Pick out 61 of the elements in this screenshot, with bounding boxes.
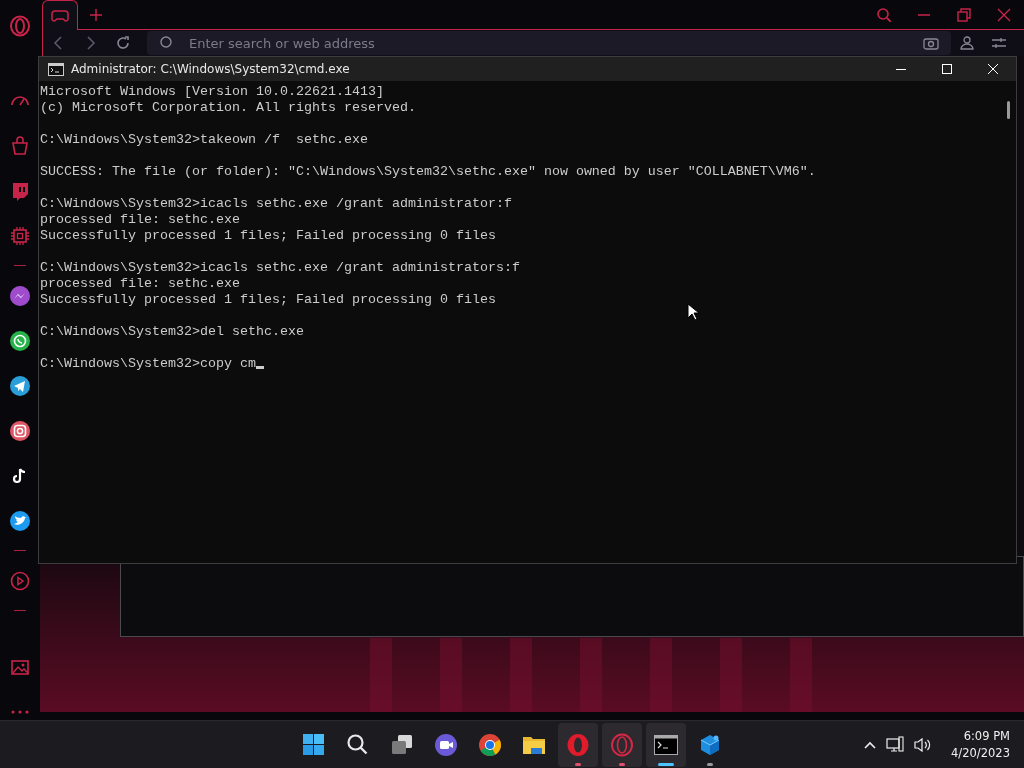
- console-line: processed file: sethc.exe: [40, 212, 240, 227]
- clock-date: 4/20/2023: [951, 744, 1010, 762]
- console-line: Successfully processed 1 files; Failed processing 0 files: [40, 292, 496, 307]
- minimize-icon: [917, 13, 931, 16]
- maximize-icon: [942, 64, 952, 74]
- windows-logo-icon: [302, 732, 326, 757]
- overlapping-windows-icon: [390, 732, 414, 757]
- clock-time: 6:09 PM: [963, 727, 1010, 745]
- window-title: Administrator: C:\Windows\System32\cmd.exe: [71, 62, 351, 76]
- running-indicator: [707, 762, 713, 766]
- phone-bubble-icon[interactable]: [9, 329, 31, 352]
- minimize-icon: [896, 68, 906, 70]
- terminal-icon: [654, 732, 678, 757]
- console-line: (c) Microsoft Corporation. All rights reserved.: [40, 100, 416, 115]
- ring-icon: [566, 732, 590, 757]
- person-icon: [960, 36, 974, 50]
- running-indicator: [658, 762, 674, 766]
- console-line: Successfully processed 1 files; Failed processing 0 files: [40, 228, 496, 243]
- shopping-bag-icon[interactable]: [9, 134, 31, 157]
- bird-icon[interactable]: [9, 509, 31, 532]
- forward-icon: [84, 36, 98, 50]
- console-line: C:\Windows\System32>icacls sethc.exe /grant administrator:f: [40, 196, 512, 211]
- search-icon: [877, 7, 891, 22]
- chat-bubble-icon[interactable]: [9, 284, 31, 307]
- taskbar-app[interactable]: [646, 722, 686, 767]
- camera-icon[interactable]: [9, 419, 31, 442]
- console-line: Microsoft Windows [Version 10.0.22621.1413]: [40, 84, 384, 99]
- console-line: SUCCESS: The file (or folder): "C:\Windows\System32\sethc.exe" now owned by user "COLLABNET\VM6".: [40, 164, 816, 179]
- close-icon: [997, 7, 1011, 22]
- speaker-icon: [914, 736, 933, 753]
- gamepad-icon: [51, 8, 69, 23]
- ring-outline-icon: [610, 732, 634, 757]
- console-line: processed file: sethc.exe: [40, 276, 240, 291]
- search-icon: [159, 36, 173, 50]
- console-line: C:\Windows\System32>copy cm: [40, 356, 256, 371]
- reload-icon: [116, 36, 130, 50]
- search-icon: [346, 732, 370, 757]
- console-line: C:\Windows\System32>icacls sethc.exe /grant administrators:f: [40, 260, 520, 275]
- play-icon[interactable]: [9, 569, 31, 592]
- running-indicator: [619, 762, 625, 766]
- console-line: C:\Windows\System32>takeown /f sethc.exe: [40, 132, 368, 147]
- address-bar[interactable]: Enter search or web address: [147, 31, 951, 55]
- clock[interactable]: 6:09 PM 4/20/2023: [951, 727, 1010, 762]
- sliders-icon: [991, 36, 1007, 50]
- chevron-up-icon: [864, 740, 877, 749]
- scrollbar-thumb[interactable]: [1006, 101, 1010, 119]
- restore-icon: [957, 7, 971, 22]
- opera-logo-icon[interactable]: [9, 14, 31, 37]
- console-line: C:\Windows\System32>del sethc.exe: [40, 324, 304, 339]
- close-icon: [988, 64, 998, 74]
- browser-circle-icon: [478, 732, 502, 757]
- chip-icon[interactable]: [9, 224, 31, 247]
- plus-icon: [90, 8, 102, 21]
- running-indicator: [575, 762, 581, 766]
- video-camera-icon: [434, 732, 458, 757]
- mouse-pointer-icon: [687, 303, 699, 321]
- browser-tab[interactable]: [42, 0, 78, 30]
- monitor-icon: [886, 735, 905, 754]
- paper-plane-icon[interactable]: [9, 374, 31, 397]
- cube-icon: [698, 732, 722, 757]
- terminal-icon: [48, 62, 64, 76]
